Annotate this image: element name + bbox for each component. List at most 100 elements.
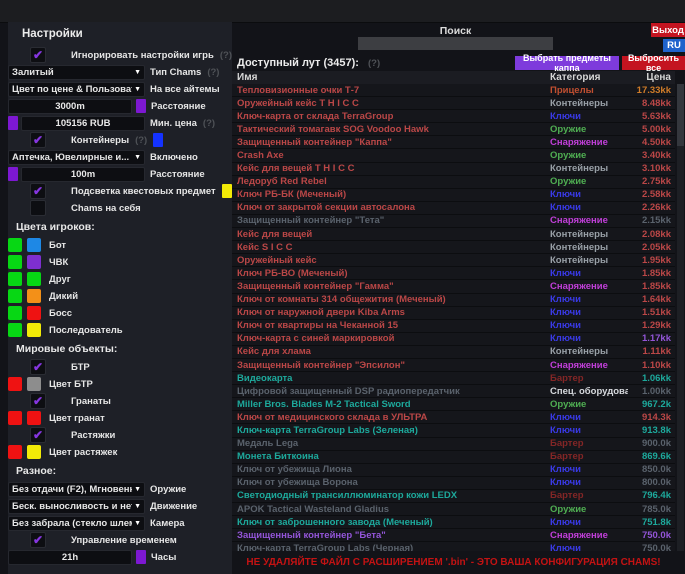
color-swatch[interactable] — [27, 272, 41, 286]
color-swatch[interactable] — [27, 323, 41, 337]
help-icon[interactable]: (?) — [135, 135, 147, 146]
loot-help-icon[interactable]: (?) — [368, 58, 380, 69]
value-input[interactable] — [21, 167, 145, 182]
table-row[interactable]: Защищенный контейнер "Бета"Снаряжение750… — [232, 529, 675, 542]
color-swatch[interactable] — [8, 445, 22, 459]
table-row[interactable]: APOK Tactical Wasteland GladiusОружие785… — [232, 503, 675, 516]
table-row[interactable]: Защищенный контейнер "Каппа"Снаряжение4.… — [232, 136, 675, 149]
table-row[interactable]: Медаль LegaБартер900.0k — [232, 438, 675, 451]
color-swatch[interactable] — [136, 550, 146, 564]
item-name: Защищенный контейнер "Эпсилон" — [232, 360, 550, 371]
table-row[interactable]: Ключ-карта TerraGroup Labs (Черная)Ключи… — [232, 542, 675, 551]
table-row[interactable]: ВидеокартаБартер1.06kk — [232, 372, 675, 385]
scrollbar-track[interactable] — [677, 84, 684, 551]
help-icon[interactable]: (?) — [220, 50, 232, 61]
color-swatch[interactable] — [27, 445, 41, 459]
color-swatch[interactable] — [27, 289, 41, 303]
table-row[interactable]: Ключ от заброшенного завода (Меченый)Клю… — [232, 516, 675, 529]
color-swatch[interactable] — [27, 306, 41, 320]
color-swatch[interactable] — [27, 255, 41, 269]
exit-button[interactable]: Выход — [651, 23, 685, 37]
table-row[interactable]: Ключ-карта TerraGroup Labs (Зеленая)Ключ… — [232, 424, 675, 437]
table-row[interactable]: Оружейный кейс T H I C CКонтейнеры8.48kk — [232, 97, 675, 110]
search-input[interactable] — [358, 37, 553, 50]
checkbox[interactable]: ✔ — [30, 359, 46, 375]
table-row[interactable]: Ключ-карта от склада TerraGroupКлючи5.63… — [232, 110, 675, 123]
item-category: Ключи — [550, 189, 628, 200]
table-row[interactable]: Miller Bros. Blades M-2 Tactical SwordОр… — [232, 398, 675, 411]
item-category: Снаряжение — [550, 281, 628, 292]
color-swatch[interactable] — [27, 238, 41, 252]
checkbox[interactable]: ✔ — [30, 532, 46, 548]
color-swatch[interactable] — [8, 238, 22, 252]
table-row[interactable]: Ключ от убежища ВоронаКлючи800.0k — [232, 477, 675, 490]
dropdown[interactable]: Без забрала (стекло шлема)▼ — [8, 516, 145, 531]
table-row[interactable]: Crash AxeОружие3.40kk — [232, 149, 675, 162]
dropdown[interactable]: Цвет по цене & Пользователь▼ — [8, 82, 145, 97]
table-row[interactable]: Ключ от закрытой секции автосалонаКлючи2… — [232, 202, 675, 215]
color-swatch[interactable] — [8, 167, 18, 181]
color-swatch[interactable] — [8, 272, 22, 286]
color-swatch[interactable] — [153, 133, 163, 147]
table-row[interactable]: Монета БиткоинаБартер869.6k — [232, 451, 675, 464]
checkbox[interactable]: ✔ — [30, 47, 46, 63]
table-row[interactable]: Ключ от убежища ЛионаКлючи850.0k — [232, 464, 675, 477]
value-input[interactable] — [8, 550, 132, 565]
color-swatch[interactable] — [222, 184, 232, 198]
table-row[interactable]: Светодиодный трансиллюминатор кожи LEDXБ… — [232, 490, 675, 503]
dropdown[interactable]: Беск. выносливость и нет уста▼ — [8, 499, 145, 514]
dropdown[interactable]: Аптечка, Ювелирные и...▼ — [8, 150, 145, 165]
table-row[interactable]: Ключ РБ-БК (Меченый)Ключи2.58kk — [232, 189, 675, 202]
section-header: Мировые объекты: — [16, 343, 232, 356]
color-swatch[interactable] — [8, 411, 22, 425]
table-row[interactable]: Оружейный кейсКонтейнеры1.95kk — [232, 254, 675, 267]
checkbox[interactable]: ✔ — [30, 427, 46, 443]
help-icon[interactable]: (?) — [207, 67, 219, 78]
color-swatch[interactable] — [27, 411, 41, 425]
drop-all-button[interactable]: Выбросить все — [622, 56, 685, 70]
dropdown[interactable]: Залитый▼ — [8, 65, 145, 80]
table-row[interactable]: Тактический томагавк SOG Voodoo HawkОруж… — [232, 123, 675, 136]
checkbox[interactable]: ✔ — [30, 393, 46, 409]
table-row[interactable]: Ключ-карта с синей маркировкойКлючи1.17k… — [232, 333, 675, 346]
checkbox[interactable] — [30, 200, 46, 216]
dropdown-value: Аптечка, Ювелирные и... — [12, 152, 132, 163]
select-kappa-items-button[interactable]: Выбрать предметы каппа — [515, 56, 619, 70]
color-swatch[interactable] — [8, 255, 22, 269]
dropdown[interactable]: Без отдачи (F2), Мгновенное п▼ — [8, 482, 145, 497]
table-row[interactable]: Тепловизионные очки Т-7Прицелы17.33kk — [232, 84, 675, 97]
value-input[interactable] — [21, 116, 145, 131]
table-row[interactable]: Кейс для вещей T H I C CКонтейнеры3.10kk — [232, 163, 675, 176]
table-row[interactable]: Защищенный контейнер "Гамма"Снаряжение1.… — [232, 280, 675, 293]
item-price: 750.0k — [628, 543, 675, 551]
settings-panel: Настройки ✔Игнорировать настройки игры(?… — [8, 22, 232, 574]
color-swatch[interactable] — [136, 99, 146, 113]
checkbox[interactable]: ✔ — [30, 183, 46, 199]
table-row[interactable]: Ледоруб Red RebelОружие2.75kk — [232, 176, 675, 189]
table-row[interactable]: Ключ от медицинского склада в УЛЬТРАКлюч… — [232, 411, 675, 424]
color-swatch[interactable] — [27, 377, 41, 391]
color-swatch[interactable] — [8, 377, 22, 391]
table-row[interactable]: Ключ от наружной двери Kiba ArmsКлючи1.5… — [232, 307, 675, 320]
value-input[interactable] — [8, 99, 132, 114]
item-price: 1.17kk — [628, 333, 675, 344]
help-icon[interactable]: (?) — [203, 118, 215, 129]
color-swatch[interactable] — [8, 116, 18, 130]
table-row[interactable]: Кейс S I C CКонтейнеры2.05kk — [232, 241, 675, 254]
color-swatch[interactable] — [8, 323, 22, 337]
settings-row: Мин. цена(?) — [8, 115, 232, 131]
table-row[interactable]: Защищенный контейнер "Эпсилон"Снаряжение… — [232, 359, 675, 372]
table-row[interactable]: Цифровой защищенный DSP радиопередатчикС… — [232, 385, 675, 398]
language-button[interactable]: RU — [663, 39, 685, 52]
item-category: Ключи — [550, 307, 628, 318]
color-swatch[interactable] — [8, 289, 22, 303]
table-row[interactable]: Кейс для вещейКонтейнеры2.08kk — [232, 228, 675, 241]
table-row[interactable]: Ключ от комнаты 314 общежития (Меченый)К… — [232, 294, 675, 307]
scrollbar-thumb[interactable] — [677, 84, 684, 146]
table-row[interactable]: Ключ от квартиры на Чеканной 15Ключи1.29… — [232, 320, 675, 333]
table-row[interactable]: Кейс для хламаКонтейнеры1.11kk — [232, 346, 675, 359]
table-row[interactable]: Защищенный контейнер "Тета"Снаряжение2.1… — [232, 215, 675, 228]
checkbox[interactable]: ✔ — [30, 132, 46, 148]
table-row[interactable]: Ключ РБ-ВО (Меченый)Ключи1.85kk — [232, 267, 675, 280]
color-swatch[interactable] — [8, 306, 22, 320]
